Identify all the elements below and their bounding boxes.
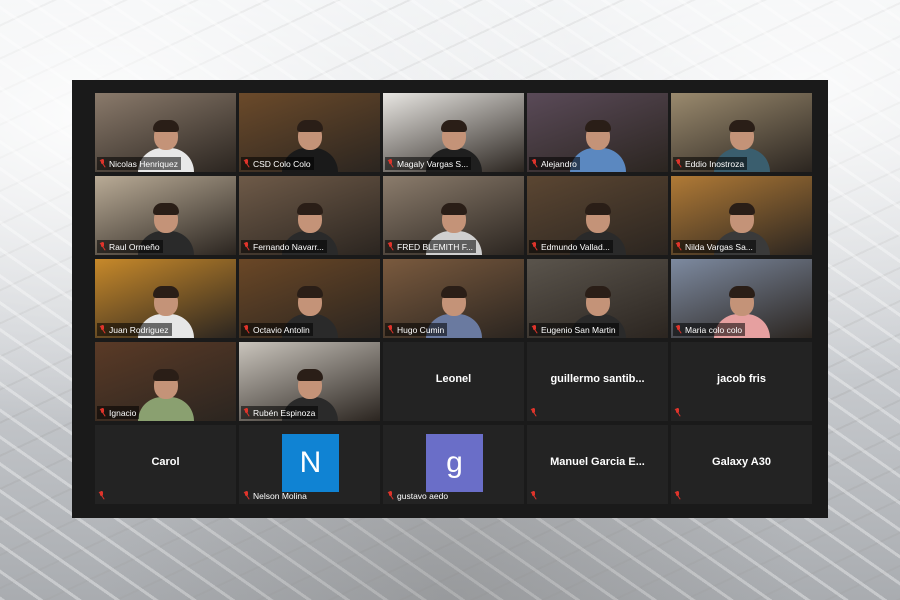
participant-name: Rubén Espinoza	[253, 407, 316, 418]
mic-muted-icon	[243, 159, 250, 168]
participant-name: Leonel	[435, 373, 472, 385]
participant-name: Octavio Antolin	[253, 324, 310, 335]
participant-avatar: N	[282, 434, 339, 492]
mic-muted-icon	[531, 159, 538, 168]
participant-tile[interactable]: Ignacio	[95, 342, 236, 421]
participant-figure	[137, 369, 194, 421]
participant-tile[interactable]: Rubén Espinoza	[239, 342, 380, 421]
participant-name: Nilda Vargas Sa...	[685, 241, 753, 252]
participant-name-bar: Nilda Vargas Sa...	[673, 240, 756, 253]
participant-name-bar: FRED BLEMITH F...	[385, 240, 477, 253]
participant-name: FRED BLEMITH F...	[397, 241, 474, 252]
participant-tile[interactable]: Nicolas Henriquez	[95, 93, 236, 172]
mic-muted-icon	[243, 325, 250, 334]
participant-tile[interactable]: Leonel	[383, 342, 524, 421]
participant-tile[interactable]: Hugo Cumin	[383, 259, 524, 338]
participant-name-bar: Eugenio San Martin	[529, 323, 619, 336]
participant-name: Raul Ormeño	[109, 241, 160, 252]
mic-muted-icon	[531, 325, 538, 334]
mic-muted-icon	[99, 325, 106, 334]
participant-name-bar: Raul Ormeño	[97, 240, 163, 253]
mic-muted-icon	[531, 242, 538, 251]
participant-tile[interactable]: Eddio Inostroza	[671, 93, 812, 172]
participant-name: Juan Rodriguez	[109, 324, 169, 335]
participant-tile[interactable]: Fernando Navarr...	[239, 176, 380, 255]
participant-tile[interactable]: Octavio Antolin	[239, 259, 380, 338]
participant-tile[interactable]: Edmundo Vallad...	[527, 176, 668, 255]
participant-name-bar: Edmundo Vallad...	[529, 240, 613, 253]
participant-name: Magaly Vargas S...	[397, 158, 469, 169]
participant-tile[interactable]: Carol	[95, 425, 236, 504]
mic-muted-icon	[387, 159, 394, 168]
participant-name: Maria colo colo	[685, 324, 743, 335]
participant-name: Eddio Inostroza	[685, 158, 745, 169]
participant-name: Carol	[151, 456, 180, 468]
participant-name-bar: CSD Colo Colo	[241, 157, 314, 170]
participant-tile[interactable]: jacob fris	[671, 342, 812, 421]
mic-muted-icon	[530, 491, 537, 500]
participant-name-bar: Magaly Vargas S...	[385, 157, 472, 170]
participant-name-bar: Alejandro	[529, 157, 580, 170]
participant-name-bar: Nicolas Henriquez	[97, 157, 181, 170]
participant-tile[interactable]: guillermo santib...	[527, 342, 668, 421]
participant-tile[interactable]: Raul Ormeño	[95, 176, 236, 255]
participant-name: Eugenio San Martin	[541, 324, 616, 335]
participant-name-bar: gustavo aedo	[385, 489, 451, 502]
participant-name: Edmundo Vallad...	[541, 241, 610, 252]
participant-tile[interactable]: Juan Rodriguez	[95, 259, 236, 338]
mic-muted-icon	[530, 408, 537, 417]
participant-name: Fernando Navarr...	[253, 241, 324, 252]
mic-muted-icon	[674, 408, 681, 417]
mic-muted-icon	[243, 242, 250, 251]
participant-avatar: g	[426, 434, 483, 492]
mic-muted-icon	[387, 491, 394, 500]
participant-name-bar: Juan Rodriguez	[97, 323, 172, 336]
participant-name: Galaxy A30	[712, 456, 771, 468]
participant-name: Hugo Cumin	[397, 324, 445, 335]
mic-muted-icon	[99, 242, 106, 251]
participant-name-bar: Eddio Inostroza	[673, 157, 748, 170]
participant-name: gustavo aedo	[397, 490, 449, 501]
participant-name: Nicolas Henriquez	[109, 158, 178, 169]
mic-muted-icon	[387, 325, 394, 334]
participant-name-bar: Octavio Antolin	[241, 323, 313, 336]
mic-muted-icon	[243, 491, 250, 500]
mic-muted-icon	[99, 159, 106, 168]
participant-tile[interactable]: Maria colo colo	[671, 259, 812, 338]
participant-tile[interactable]: Nilda Vargas Sa...	[671, 176, 812, 255]
participant-tile[interactable]: g gustavo aedo	[383, 425, 524, 504]
participant-name: guillermo santib...	[550, 373, 645, 385]
mic-muted-icon	[675, 325, 682, 334]
participant-tile[interactable]: Magaly Vargas S...	[383, 93, 524, 172]
participant-name: Nelson Molina	[253, 490, 307, 501]
participant-tile[interactable]: Galaxy A30	[671, 425, 812, 504]
mic-muted-icon	[675, 242, 682, 251]
participant-name: CSD Colo Colo	[253, 158, 311, 169]
participant-tile[interactable]: CSD Colo Colo	[239, 93, 380, 172]
participant-name: Manuel Garcia E...	[550, 456, 645, 468]
mic-muted-icon	[99, 408, 106, 417]
participant-name-bar: Fernando Navarr...	[241, 240, 327, 253]
participant-name-bar: Hugo Cumin	[385, 323, 448, 336]
participant-tile[interactable]: FRED BLEMITH F...	[383, 176, 524, 255]
participant-name-bar: Maria colo colo	[673, 323, 746, 336]
participant-name-bar: Rubén Espinoza	[241, 406, 319, 419]
participant-tile[interactable]: Manuel Garcia E...	[527, 425, 668, 504]
mic-muted-icon	[98, 491, 105, 500]
participant-tile[interactable]: N Nelson Molina	[239, 425, 380, 504]
participant-name-bar: Ignacio	[97, 406, 140, 419]
mic-muted-icon	[675, 159, 682, 168]
participant-name-bar: Nelson Molina	[241, 489, 310, 502]
mic-muted-icon	[674, 491, 681, 500]
participant-name: Alejandro	[541, 158, 577, 169]
participant-name: jacob fris	[717, 373, 766, 385]
mic-muted-icon	[243, 408, 250, 417]
participant-name: Ignacio	[109, 407, 137, 418]
participant-tile[interactable]: Eugenio San Martin	[527, 259, 668, 338]
participant-tile[interactable]: Alejandro	[527, 93, 668, 172]
video-call-gallery: Nicolas Henriquez CSD Colo Colo Magaly Var…	[72, 80, 828, 518]
mic-muted-icon	[387, 242, 394, 251]
